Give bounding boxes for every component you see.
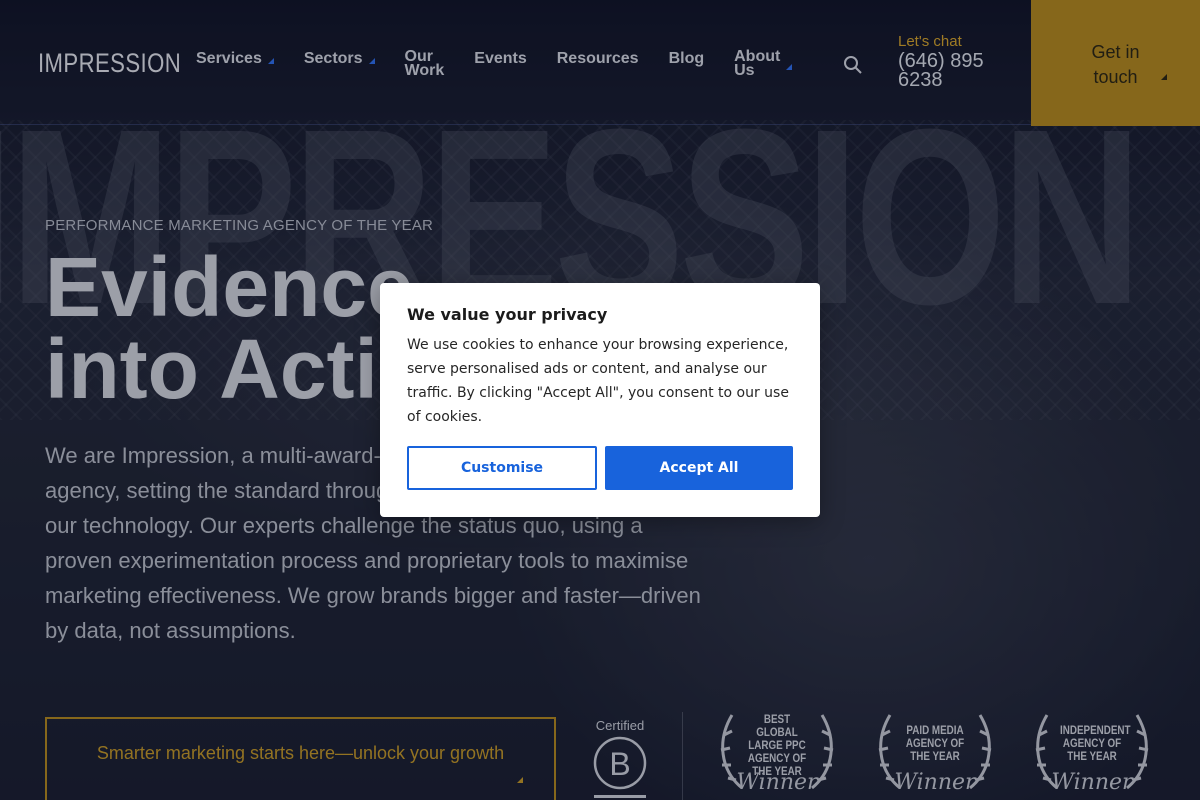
cookie-modal-title: We value your privacy bbox=[407, 305, 608, 324]
accept-all-button[interactable]: Accept All bbox=[605, 446, 793, 490]
cookie-modal-actions: Customise Accept All bbox=[407, 446, 793, 490]
cookie-modal-text: We use cookies to enhance your browsing … bbox=[407, 337, 789, 425]
customise-button[interactable]: Customise bbox=[407, 446, 597, 490]
cookie-consent-modal: We value your privacy We use cookies to … bbox=[380, 283, 820, 517]
